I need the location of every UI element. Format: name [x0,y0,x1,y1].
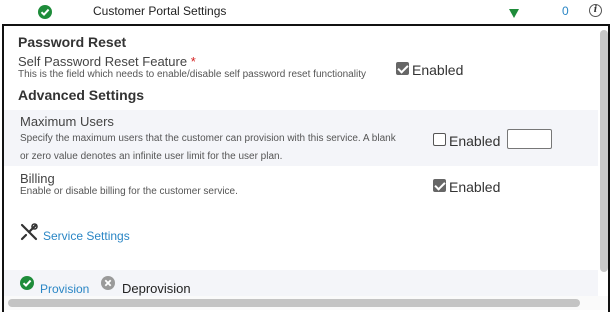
billing-checkbox[interactable] [433,179,446,192]
billing-checkbox-label[interactable]: Enabled [449,179,500,195]
check-circle-icon [20,276,34,290]
maximum-users-checkbox[interactable] [433,133,446,146]
billing-description: Enable or disable billing for the custom… [20,186,238,197]
horizontal-scrollbar[interactable] [8,299,580,307]
maximum-users-description-line2: or zero value denotes an infinite user l… [20,151,283,162]
x-circle-icon [101,276,115,290]
row-title: Customer Portal Settings [93,4,227,18]
triangle-down-icon[interactable] [509,9,519,18]
maximum-users-label: Maximum Users [20,114,114,129]
maximum-users-description-line1: Specify the maximum users that the custo… [20,133,396,144]
deprovision-button[interactable]: Deprovision [122,281,191,296]
self-password-reset-checkbox[interactable] [396,62,409,75]
provision-link[interactable]: Provision [40,282,89,296]
wrench-icon [20,223,38,245]
advanced-settings-heading: Advanced Settings [18,87,145,103]
row-count[interactable]: 0 [562,4,569,18]
vertical-scrollbar[interactable] [600,30,608,272]
self-password-reset-description: This is the field which needs to enable/… [18,69,366,80]
customer-portal-row[interactable]: Customer Portal Settings 0 i [0,0,614,24]
settings-panel: Password Reset Self Password Reset Featu… [2,24,610,312]
service-settings-link[interactable]: Service Settings [43,229,130,243]
maximum-users-input[interactable] [507,129,552,149]
actions-row [4,270,598,296]
maximum-users-checkbox-label[interactable]: Enabled [449,133,500,149]
self-password-reset-checkbox-label[interactable]: Enabled [412,62,463,78]
info-icon[interactable]: i [589,4,602,17]
check-circle-icon [38,5,52,19]
password-reset-heading: Password Reset [18,34,127,50]
